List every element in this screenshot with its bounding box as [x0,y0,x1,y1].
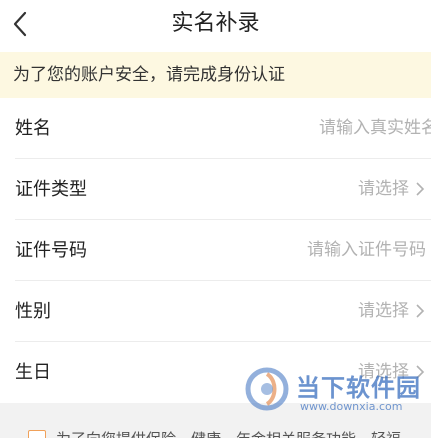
agreement-checkbox[interactable] [28,430,46,438]
id-type-value: 请选择 [358,179,409,199]
watermark-url: www.downxia.com [300,400,403,413]
watermark: 当下软件园 www.downxia.com [244,366,420,422]
security-notice-banner: 为了您的账户安全，请完成身份认证 [0,52,431,98]
page: 实名补录 为了您的账户安全，请完成身份认证 姓名 请输入真实姓名 证件类型 请选… [0,0,431,438]
form-row-name[interactable]: 姓名 请输入真实姓名 [0,98,431,159]
gender-value: 请选择 [358,301,409,321]
gender-label: 性别 [15,301,51,322]
gender-select[interactable]: 请选择 [358,281,425,342]
chevron-right-icon [416,304,425,318]
watermark-logo-icon [245,367,289,411]
name-label: 姓名 [15,118,51,139]
notice-text: 为了您的账户安全，请完成身份认证 [13,65,285,85]
watermark-name: 当下软件园 [296,374,421,402]
id-type-select[interactable]: 请选择 [358,159,425,220]
id-number-label: 证件号码 [15,240,87,261]
identity-form: 姓名 请输入真实姓名 证件类型 请选择 证件号码 请输入证件号码 性别 请选择 [0,98,431,403]
agreement-text: 为了向您提供保险、健康、年金相关服务功能，轻福 [56,428,401,438]
birthday-label: 生日 [15,362,51,383]
form-row-id-type[interactable]: 证件类型 请选择 [0,159,431,220]
top-bar: 实名补录 [0,0,431,52]
form-row-gender[interactable]: 性别 请选择 [0,281,431,342]
chevron-right-icon [416,182,425,196]
id-number-input[interactable]: 请输入证件号码 [307,220,426,281]
name-input[interactable]: 请输入真实姓名 [319,98,431,159]
id-type-label: 证件类型 [15,179,87,200]
page-title: 实名补录 [171,11,260,36]
form-row-id-number[interactable]: 证件号码 请输入证件号码 [0,220,431,281]
